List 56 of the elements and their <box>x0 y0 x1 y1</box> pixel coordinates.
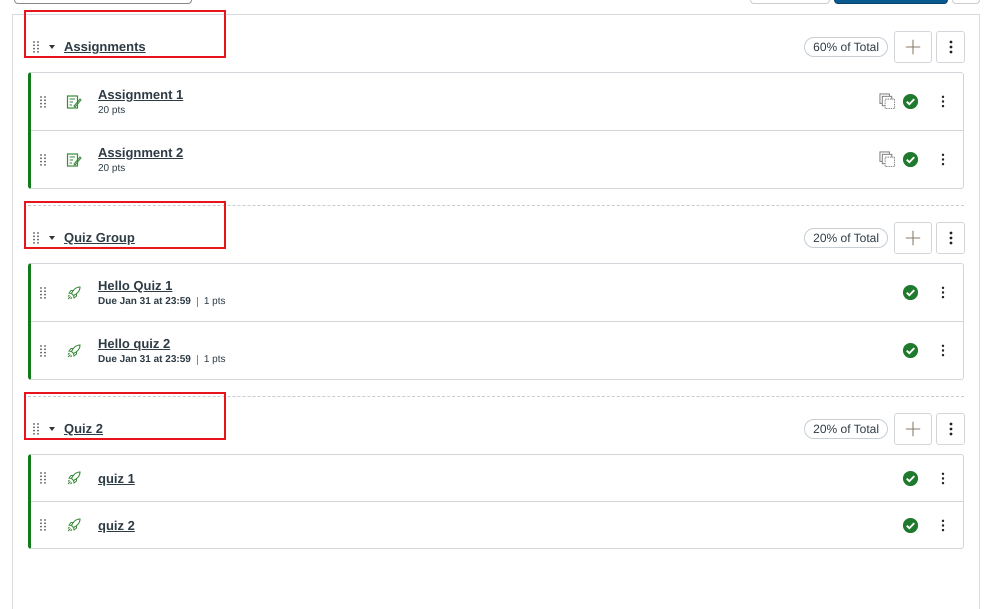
group-title-link[interactable]: Assignments <box>60 39 146 54</box>
add-button[interactable] <box>894 222 932 254</box>
caret-icon[interactable] <box>48 42 56 50</box>
weight-badge: 20% of Total <box>804 228 888 248</box>
kebab-icon[interactable] <box>941 153 945 166</box>
assignment-title-link[interactable]: quiz 1 <box>98 470 135 486</box>
assignment-title-link[interactable]: quiz 2 <box>98 518 135 532</box>
copy-icon[interactable] <box>879 151 896 168</box>
drag-handle-icon[interactable] <box>39 518 47 532</box>
kebab-icon[interactable] <box>941 286 945 299</box>
kebab-icon[interactable] <box>941 518 945 532</box>
caret-icon[interactable] <box>48 424 56 432</box>
plus-icon <box>904 420 922 438</box>
more-button[interactable] <box>936 222 965 254</box>
kebab-icon[interactable] <box>941 344 945 357</box>
drag-handle-icon[interactable] <box>39 471 47 485</box>
drag-handle-icon[interactable] <box>32 40 40 54</box>
published-check-icon[interactable] <box>902 284 919 301</box>
points-label: 20 pts <box>98 105 126 116</box>
weight-badge: 60% of Total <box>804 36 888 56</box>
assignment-title-link[interactable]: Assignment 1 <box>98 87 184 102</box>
points-label: 1 pts <box>204 354 226 365</box>
published-check-icon[interactable] <box>902 470 919 486</box>
group-title-link[interactable]: Quiz 2 <box>60 421 104 436</box>
assignment-title-link[interactable]: Hello Quiz 1 <box>98 278 226 293</box>
kebab-icon <box>948 40 952 54</box>
published-check-icon[interactable] <box>902 342 919 359</box>
points-label: 20 pts <box>98 163 126 174</box>
kebab-icon[interactable] <box>941 95 945 108</box>
published-check-icon[interactable] <box>902 93 919 110</box>
published-check-icon[interactable] <box>902 516 919 534</box>
points-label: 1 pts <box>204 296 226 307</box>
drag-handle-icon[interactable] <box>32 230 40 244</box>
group-title-link[interactable]: Quiz Group <box>60 230 135 245</box>
kebab-icon[interactable] <box>941 472 945 484</box>
plus-icon <box>904 228 922 246</box>
add-button[interactable] <box>894 412 932 444</box>
drag-handle-icon[interactable] <box>32 422 40 436</box>
more-button[interactable] <box>936 30 965 62</box>
assignment-title-link[interactable]: Assignment 2 <box>98 145 184 160</box>
published-check-icon[interactable] <box>902 151 919 168</box>
drag-handle-icon[interactable] <box>39 344 47 358</box>
drag-handle-icon[interactable] <box>39 286 47 300</box>
due-date: Due Jan 31 at 23:59 <box>98 296 191 307</box>
caret-icon[interactable] <box>48 234 56 242</box>
add-button[interactable] <box>894 30 932 62</box>
drag-handle-icon[interactable] <box>39 94 47 108</box>
assignment-title-link[interactable]: Hello quiz 2 <box>98 336 226 351</box>
due-date: Due Jan 31 at 23:59 <box>98 354 191 365</box>
kebab-icon <box>948 230 952 244</box>
copy-icon[interactable] <box>879 93 896 110</box>
drag-handle-icon[interactable] <box>39 152 47 166</box>
weight-badge: 20% of Total <box>804 418 888 438</box>
more-button[interactable] <box>936 412 965 444</box>
plus-icon <box>904 38 922 56</box>
kebab-icon <box>948 422 952 436</box>
